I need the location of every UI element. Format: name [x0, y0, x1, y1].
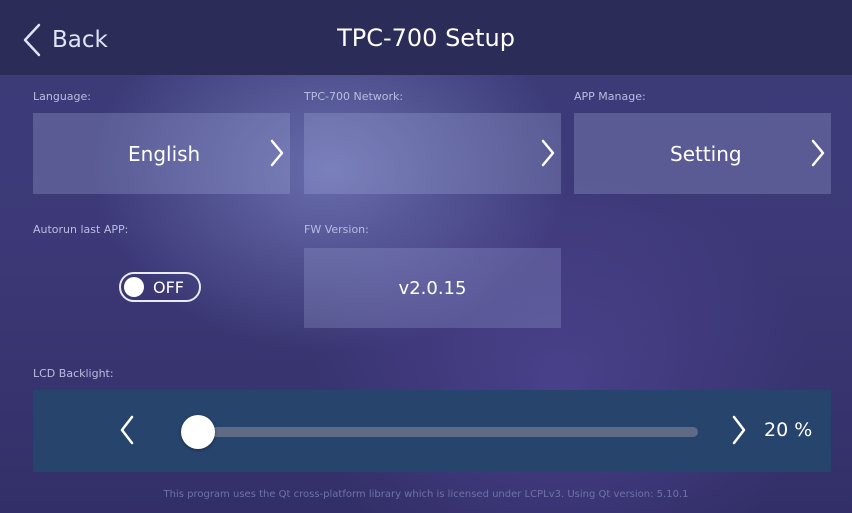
setup-screen: Back TPC-700 Setup Language: TPC-700 Net…	[0, 0, 852, 513]
backlight-panel: 20 %	[33, 390, 831, 472]
language-label: Language:	[33, 90, 91, 103]
title-bar: Back TPC-700 Setup	[0, 0, 852, 75]
license-footer: This program uses the Qt cross-platform …	[163, 489, 689, 500]
app-manage-value: Setting	[670, 141, 742, 166]
backlight-percent: 20 %	[764, 419, 813, 441]
page-title: TPC-700 Setup	[337, 24, 515, 52]
toggle-knob	[124, 277, 144, 297]
slider-handle[interactable]	[181, 415, 215, 449]
app-manage-label: APP Manage:	[574, 90, 646, 103]
chevron-right-icon	[811, 139, 825, 171]
autorun-toggle[interactable]: OFF	[119, 272, 201, 302]
toggle-state: OFF	[153, 278, 184, 297]
chevron-left-icon	[120, 415, 134, 445]
language-button[interactable]: English	[33, 113, 290, 194]
fw-version-value: v2.0.15	[398, 277, 467, 299]
backlight-label: LCD Backlight:	[33, 367, 114, 380]
network-label: TPC-700 Network:	[304, 90, 404, 103]
backlight-slider[interactable]	[181, 415, 698, 449]
increase-backlight-button[interactable]	[732, 415, 746, 449]
fw-version-box: v2.0.15	[304, 248, 561, 328]
decrease-backlight-button[interactable]	[120, 415, 134, 449]
network-button[interactable]	[304, 113, 561, 194]
chevron-right-icon	[270, 139, 284, 171]
autorun-label: Autorun last APP:	[33, 223, 129, 236]
chevron-right-icon	[541, 139, 555, 171]
language-value: English	[128, 141, 201, 166]
app-manage-button[interactable]: Setting	[574, 113, 831, 194]
chevron-right-icon	[732, 415, 746, 445]
fw-version-label: FW Version:	[304, 223, 369, 236]
